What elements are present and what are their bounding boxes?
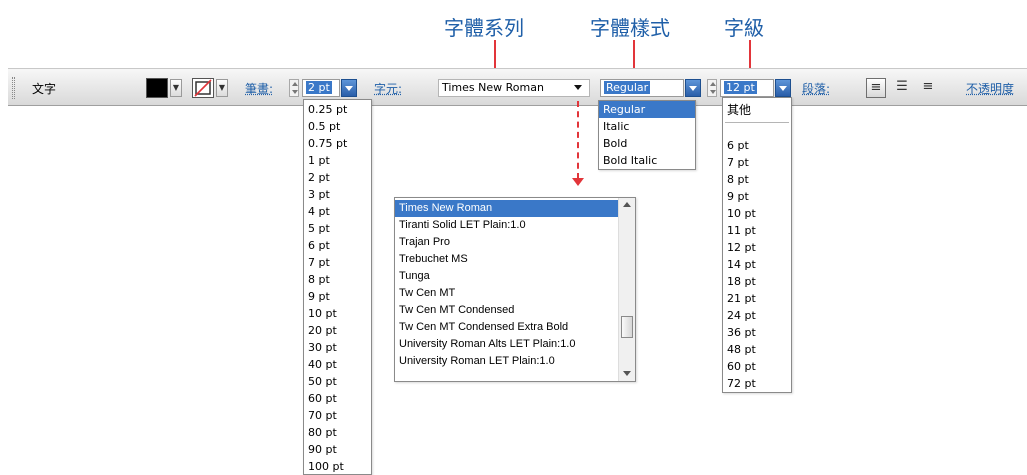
font-list-arrowhead-icon xyxy=(572,178,584,186)
list-item[interactable]: Trebuchet MS xyxy=(395,251,618,268)
scroll-thumb[interactable] xyxy=(621,316,633,338)
list-item[interactable]: 36 pt xyxy=(723,324,791,341)
list-item[interactable]: Tw Cen MT Condensed xyxy=(395,302,618,319)
font-family-list: Times New Roman Tiranti Solid LET Plain:… xyxy=(394,197,636,382)
list-item[interactable]: 24 pt xyxy=(723,307,791,324)
align-right-button[interactable]: ≡ xyxy=(918,78,938,98)
list-item[interactable]: Tw Cen MT xyxy=(395,285,618,302)
font-list-leader xyxy=(577,101,579,179)
stroke-color-dropdown[interactable]: ▼ xyxy=(216,79,228,97)
list-item[interactable]: 6 pt xyxy=(723,137,791,154)
list-item[interactable]: 72 pt xyxy=(723,375,791,392)
stroke-stepper[interactable] xyxy=(289,79,299,97)
list-item[interactable]: 10 pt xyxy=(304,305,371,322)
callout-font-size: 字級 xyxy=(724,16,764,40)
list-item[interactable]: 60 pt xyxy=(723,358,791,375)
list-item[interactable]: 4 pt xyxy=(304,203,371,220)
fill-color-swatch[interactable] xyxy=(146,78,168,98)
font-label[interactable]: 字元: xyxy=(374,80,402,97)
font-style-select[interactable]: Regular xyxy=(600,79,684,97)
callout-font-style: 字體樣式 xyxy=(590,16,670,40)
font-size-input[interactable]: 12 pt xyxy=(720,79,774,97)
list-item[interactable]: 90 pt xyxy=(304,441,371,458)
list-item[interactable]: Trajan Pro xyxy=(395,234,618,251)
list-item[interactable]: 20 pt xyxy=(304,322,371,339)
stroke-size-list: 0.25 pt 0.5 pt 0.75 pt 1 pt 2 pt 3 pt 4 … xyxy=(303,99,372,475)
list-item[interactable]: Bold xyxy=(599,135,695,152)
font-style-list: Regular Italic Bold Bold Italic xyxy=(598,100,696,170)
list-item[interactable]: 9 pt xyxy=(304,288,371,305)
list-item[interactable]: Italic xyxy=(599,118,695,135)
list-item[interactable]: 0.75 pt xyxy=(304,135,371,152)
list-item[interactable]: 0.5 pt xyxy=(304,118,371,135)
list-item[interactable]: 7 pt xyxy=(304,254,371,271)
list-item[interactable]: 14 pt xyxy=(723,256,791,273)
list-item[interactable]: 7 pt xyxy=(723,154,791,171)
list-item[interactable]: 8 pt xyxy=(304,271,371,288)
font-size-dropdown[interactable] xyxy=(775,79,791,97)
list-item[interactable]: 80 pt xyxy=(304,424,371,441)
list-item[interactable]: 11 pt xyxy=(723,222,791,239)
list-item[interactable]: Times New Roman xyxy=(395,200,618,217)
stroke-size-input[interactable]: 2 pt xyxy=(302,79,340,97)
font-style-dropdown[interactable] xyxy=(685,79,701,97)
paragraph-label[interactable]: 段落: xyxy=(802,80,830,97)
list-item[interactable]: Tiranti Solid LET Plain:1.0 xyxy=(395,217,618,234)
list-item[interactable]: 40 pt xyxy=(304,356,371,373)
opacity-label[interactable]: 不透明度 xyxy=(966,80,1014,97)
no-color-icon xyxy=(194,79,212,97)
font-list-scrollbar[interactable] xyxy=(618,198,635,381)
scroll-down-icon[interactable] xyxy=(623,371,631,376)
font-family-dropdown-icon[interactable] xyxy=(574,85,582,94)
list-item[interactable]: 8 pt xyxy=(723,171,791,188)
fill-color-dropdown[interactable]: ▼ xyxy=(170,79,182,97)
scroll-up-icon[interactable] xyxy=(623,202,631,207)
toolbar-title: 文字 xyxy=(32,82,57,96)
list-item[interactable]: 100 pt xyxy=(304,458,371,475)
list-item[interactable]: 60 pt xyxy=(304,390,371,407)
list-item[interactable]: 12 pt xyxy=(723,239,791,256)
list-item[interactable]: University Roman LET Plain:1.0 xyxy=(395,353,618,370)
align-left-button[interactable]: ≡ xyxy=(866,78,886,98)
list-item[interactable]: 21 pt xyxy=(723,290,791,307)
list-item[interactable]: 6 pt xyxy=(304,237,371,254)
stroke-color-swatch[interactable] xyxy=(192,78,214,98)
font-family-select[interactable]: Times New Roman xyxy=(438,79,590,97)
font-size-stepper[interactable] xyxy=(707,79,717,97)
list-separator xyxy=(725,122,789,123)
list-item[interactable]: 0.25 pt xyxy=(304,101,371,118)
font-size-other[interactable]: 其他 xyxy=(723,98,791,122)
list-item[interactable]: University Roman Alts LET Plain:1.0 xyxy=(395,336,618,353)
list-item[interactable]: 5 pt xyxy=(304,220,371,237)
list-item[interactable]: 50 pt xyxy=(304,373,371,390)
font-size-list: 其他 6 pt 7 pt 8 pt 9 pt 10 pt 11 pt 12 pt… xyxy=(722,97,792,393)
list-item[interactable]: 1 pt xyxy=(304,152,371,169)
list-item[interactable]: 9 pt xyxy=(723,188,791,205)
list-item[interactable]: 48 pt xyxy=(723,341,791,358)
list-item[interactable]: 10 pt xyxy=(723,205,791,222)
text-toolbar: 文字 ▼ ▼ 筆畫: 2 pt 字元: Times New Roman Regu… xyxy=(8,68,1027,106)
list-item[interactable]: Tw Cen MT Condensed Extra Bold xyxy=(395,319,618,336)
list-item[interactable]: 2 pt xyxy=(304,169,371,186)
list-item[interactable]: Bold Italic xyxy=(599,152,695,169)
align-center-button[interactable]: ☰ xyxy=(892,78,912,98)
list-item[interactable]: 18 pt xyxy=(723,273,791,290)
stroke-label[interactable]: 筆畫: xyxy=(245,80,273,97)
list-item[interactable]: Regular xyxy=(599,101,695,118)
callout-font-family: 字體系列 xyxy=(444,16,524,40)
list-item[interactable]: 70 pt xyxy=(304,407,371,424)
list-item[interactable]: 30 pt xyxy=(304,339,371,356)
list-item[interactable]: 3 pt xyxy=(304,186,371,203)
toolbar-grip[interactable] xyxy=(12,77,15,99)
list-item[interactable]: Tunga xyxy=(395,268,618,285)
stroke-size-dropdown[interactable] xyxy=(341,79,357,97)
